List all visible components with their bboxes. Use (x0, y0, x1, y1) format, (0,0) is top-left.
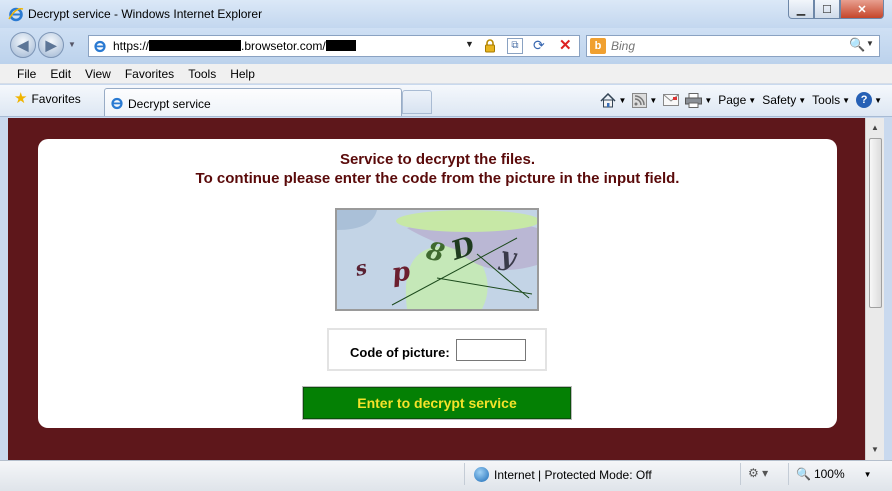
page-menu-button[interactable]: Page ▼ (718, 93, 756, 107)
chevron-down-icon: ▼ (874, 95, 882, 105)
search-icon[interactable]: 🔍 (849, 37, 865, 53)
feeds-icon (632, 92, 648, 108)
chevron-down-icon: ▼ (798, 95, 807, 105)
menu-favorites[interactable]: Favorites (118, 64, 181, 83)
command-bar: ★ Favorites Decrypt service ▼ ▼ ▼ Page ▼… (0, 85, 892, 117)
mail-icon (663, 94, 680, 106)
star-icon: ★ (14, 90, 28, 107)
chevron-down-icon: ▼ (649, 95, 658, 105)
page-menu-label: Page (718, 93, 747, 107)
menu-view[interactable]: View (78, 64, 118, 83)
new-tab-button[interactable] (402, 90, 432, 114)
title-bar: Decrypt service - Windows Internet Explo… (0, 0, 892, 28)
code-label: Code of picture: (350, 345, 450, 360)
security-zone[interactable]: Internet | Protected Mode: Off (474, 467, 652, 482)
chevron-down-icon: ▼ (842, 95, 851, 105)
read-mail-button[interactable] (663, 94, 680, 106)
status-divider (740, 463, 741, 485)
favorites-button[interactable]: ★ Favorites (14, 90, 81, 107)
help-button[interactable]: ? ▼ (856, 92, 882, 108)
redacted-block (149, 40, 242, 51)
window-frame-right (884, 118, 892, 460)
window-frame-left (0, 118, 8, 460)
menu-help[interactable]: Help (223, 64, 262, 83)
code-entry-box: Code of picture: (327, 328, 547, 371)
search-options-dropdown-icon[interactable]: ▼ (866, 39, 874, 48)
tab-decrypt-service[interactable]: Decrypt service (104, 88, 402, 116)
stop-icon[interactable]: ✕ (559, 36, 572, 54)
chevron-down-icon: ▼ (863, 469, 872, 479)
maximize-button[interactable]: ☐ (814, 0, 840, 19)
content-panel: Service to decrypt the files. To continu… (38, 139, 837, 428)
heading-line-1: Service to decrypt the files. (339, 151, 536, 168)
chevron-down-icon: ▼ (748, 95, 757, 105)
print-button[interactable]: ▼ (685, 92, 713, 108)
forward-button[interactable]: ▶ (38, 32, 64, 58)
heading-line-2: To continue please enter the code from t… (195, 170, 680, 187)
back-button[interactable]: ◀ (10, 32, 36, 58)
decrypt-submit-button[interactable]: Enter to decrypt service (302, 386, 572, 420)
scroll-up-icon[interactable]: ▲ (866, 120, 884, 136)
address-dropdown-icon[interactable]: ▼ (465, 39, 474, 49)
url-prefix: https:// (113, 39, 150, 53)
chevron-down-icon: ▼ (618, 95, 627, 105)
bing-icon: b (590, 38, 606, 54)
status-bar: Internet | Protected Mode: Off ⚙ ▾ 🔍 100… (0, 460, 892, 491)
status-divider (788, 463, 789, 485)
search-input[interactable] (611, 38, 851, 54)
status-divider (464, 463, 465, 485)
search-box[interactable]: b 🔍 ▼ (586, 35, 880, 57)
menu-edit[interactable]: Edit (43, 64, 78, 83)
ie-logo-icon (8, 7, 24, 22)
minimize-button[interactable]: ▁ (788, 0, 814, 19)
chevron-down-icon: ▼ (704, 95, 713, 105)
tools-menu-button[interactable]: Tools ▼ (812, 93, 850, 107)
url-text[interactable]: https:// .browsetor.com/ (113, 39, 356, 53)
favorites-label: Favorites (31, 92, 81, 106)
captcha-code-input[interactable] (456, 339, 526, 361)
menu-bar: File Edit View Favorites Tools Help (0, 64, 892, 84)
window-title: Decrypt service - Windows Internet Explo… (28, 7, 263, 21)
help-icon: ? (856, 92, 873, 108)
zone-text: Internet | Protected Mode: Off (494, 467, 652, 482)
safety-menu-label: Safety (762, 93, 797, 107)
menu-tools[interactable]: Tools (181, 64, 223, 83)
scroll-down-icon[interactable]: ▼ (866, 442, 884, 458)
command-buttons: ▼ ▼ ▼ Page ▼ Safety ▼ Tools ▼ ? ▼ (600, 92, 882, 108)
compatibility-view-icon[interactable]: ⧉ (507, 38, 523, 54)
zoom-level: 100% (813, 467, 845, 481)
printer-icon (685, 92, 703, 108)
feeds-button[interactable]: ▼ (632, 92, 658, 108)
menu-file[interactable]: File (10, 64, 43, 83)
addon-status-icon[interactable]: ⚙ ▾ (748, 466, 768, 480)
page-viewport: Service to decrypt the files. To continu… (8, 118, 865, 460)
ie-page-icon (111, 97, 123, 110)
window-controls: ▁ ☐ ✕ (788, 0, 884, 20)
lock-icon[interactable] (483, 39, 497, 53)
zoom-control[interactable]: 🔍 100% ▼ (796, 467, 872, 481)
forward-arrow-icon: ▶ (45, 36, 57, 53)
scroll-thumb[interactable] (869, 138, 882, 308)
globe-icon (474, 467, 489, 482)
ie-page-icon (94, 40, 106, 53)
page-heading: Service to decrypt the files. To continu… (38, 150, 837, 188)
recent-pages-dropdown-icon[interactable]: ▼ (68, 40, 76, 49)
close-button[interactable]: ✕ (840, 0, 884, 19)
tab-label: Decrypt service (128, 97, 211, 111)
back-arrow-icon: ◀ (17, 36, 29, 53)
home-icon (600, 92, 616, 107)
url-domain: .browsetor.com/ (241, 39, 326, 53)
captcha-graphic: s p 8 D y (337, 210, 537, 309)
redacted-block (325, 40, 356, 51)
vertical-scrollbar[interactable]: ▲ ▼ (865, 118, 884, 460)
navigation-bar: ◀ ▶ ▼ https:// .browsetor.com/ ▼ ⧉ ⟳ ✕ b … (0, 28, 892, 64)
refresh-icon[interactable]: ⟳ (533, 37, 545, 54)
captcha-image: s p 8 D y (335, 208, 539, 311)
safety-menu-button[interactable]: Safety ▼ (762, 93, 806, 107)
tools-menu-label: Tools (812, 93, 841, 107)
home-button[interactable]: ▼ (600, 92, 627, 108)
address-bar[interactable]: https:// .browsetor.com/ ▼ ⧉ ⟳ ✕ (88, 35, 580, 57)
zoom-icon: 🔍 (796, 467, 811, 481)
